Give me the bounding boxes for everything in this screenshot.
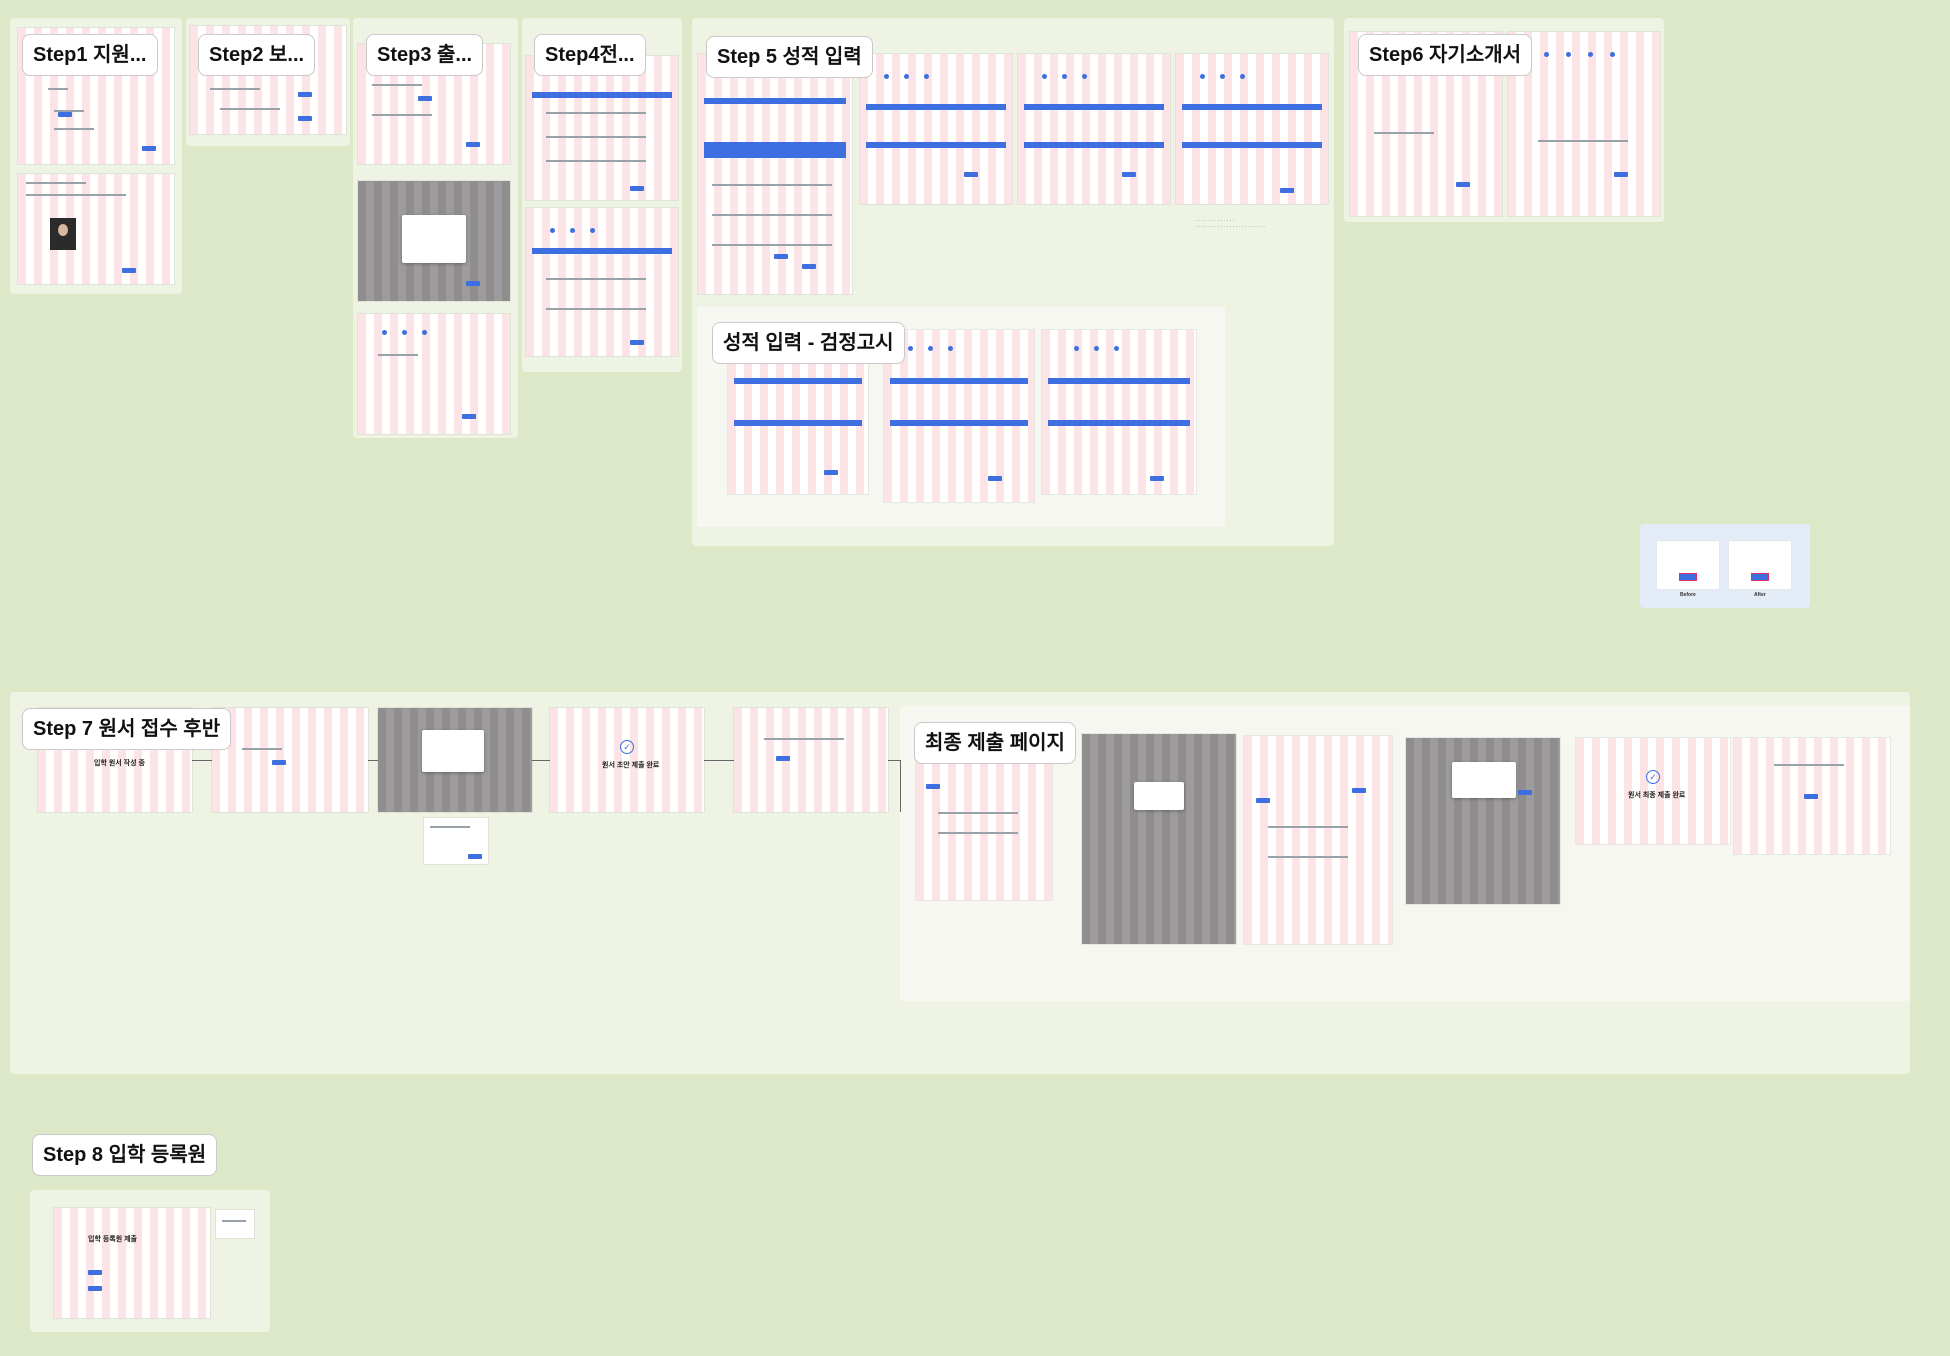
frame-gedsub-b[interactable] [884,330,1034,502]
check-circle-icon: ✓ [620,740,634,754]
after-card[interactable] [1728,540,1792,590]
frame-step8-b[interactable] [216,1210,254,1238]
frame-step3-b[interactable] [358,314,510,434]
frame-gedsub-c[interactable] [1042,330,1196,494]
frame-step7-c[interactable]: ✓ 원서 초안 제출 완료 [550,708,704,812]
frame-step7-b[interactable] [212,708,368,812]
label-step3[interactable]: Step3 출... [366,34,484,76]
frame-step4-a[interactable] [526,56,678,200]
modal-dialog[interactable] [402,215,466,263]
flow-arrow [192,760,212,761]
frame-step8-a[interactable]: 입학 등록원 제출 [54,1208,210,1318]
label-step2[interactable]: Step2 보... [198,34,316,76]
frame-final-modal-b[interactable] [1406,738,1560,904]
writing-in-progress-text: 입학 원서 작성 중 [94,760,145,767]
applicant-photo [50,218,76,250]
label-step6[interactable]: Step6 자기소개서 [1358,34,1533,76]
frame-step4-b[interactable] [526,208,678,356]
frame-step7-modal[interactable] [378,708,532,812]
modal-dialog[interactable] [1134,782,1184,810]
frame-step5-d[interactable] [1176,54,1328,204]
label-step5[interactable]: Step 5 성적 입력 [706,36,873,78]
after-label: After [1754,592,1766,598]
label-step7[interactable]: Step 7 원서 접수 후반 [22,708,232,750]
flow-arrow [888,760,900,761]
check-circle-icon: ✓ [1646,770,1660,784]
label-step4[interactable]: Step4전... [534,34,646,76]
draft-complete-text: 원서 초안 제출 완료 [602,762,660,769]
frame-step1-b[interactable] [18,174,174,284]
flow-arrow [368,760,378,761]
frame-step5-a[interactable] [698,54,852,294]
label-final-submit[interactable]: 최종 제출 페이지 [914,722,1076,764]
frame-final-b[interactable] [1244,736,1392,944]
flow-arrow [704,760,734,761]
frame-final-modal-a[interactable] [1082,734,1236,944]
label-step1[interactable]: Step1 지원... [22,34,158,76]
frame-step5-b[interactable] [860,54,1012,204]
flow-arrow [532,760,550,761]
frame-step7-d[interactable] [734,708,888,812]
label-step5-sub[interactable]: 성적 입력 - 검정고시 [712,322,905,364]
registration-text: 입학 등록원 제출 [88,1236,137,1243]
flow-connector [900,760,901,812]
before-label: Before [1680,592,1696,598]
modal-dialog[interactable] [1452,762,1516,798]
label-step8[interactable]: Step 8 입학 등록원 [32,1134,218,1176]
frame-final-c[interactable]: ✓ 원서 최종 제출 완료 [1576,738,1730,844]
annotation-note-2: · · · · · · · · · · · · · · · · · · · · … [1196,224,1265,230]
frame-step3-modal[interactable] [358,181,510,301]
frame-step7-popup[interactable] [424,818,488,864]
modal-dialog[interactable] [422,730,484,772]
final-complete-text: 원서 최종 제출 완료 [1628,792,1686,799]
before-card[interactable] [1656,540,1720,590]
frame-final-d[interactable] [1734,738,1890,854]
frame-step5-c[interactable] [1018,54,1170,204]
